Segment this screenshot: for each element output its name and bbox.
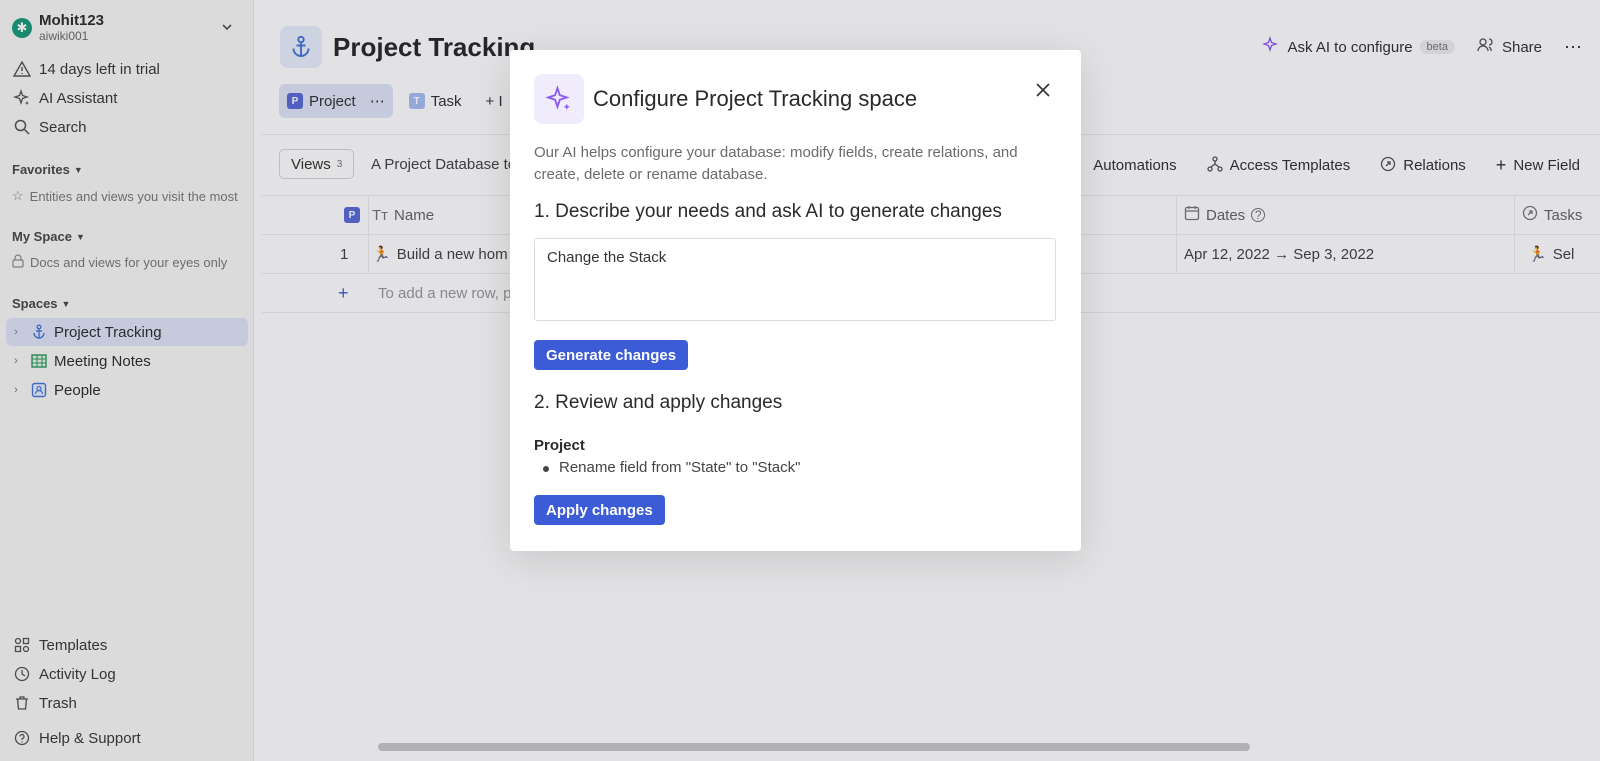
- close-icon[interactable]: [1031, 78, 1055, 102]
- change-entity: Project: [534, 437, 585, 454]
- generate-changes-button[interactable]: Generate changes: [534, 340, 689, 370]
- step2-heading: 2. Review and apply changes: [534, 392, 783, 413]
- modal-description: Our AI helps configure your database: mo…: [534, 144, 1018, 183]
- apply-changes-button[interactable]: Apply changes: [534, 495, 665, 525]
- change-item: Rename field from "State" to "Stack": [542, 459, 801, 476]
- sparkle-icon: [534, 74, 584, 124]
- needs-input[interactable]: Change the Stack: [534, 238, 1056, 321]
- configure-modal: Configure Project Tracking space Our AI …: [510, 50, 1081, 551]
- modal-title: Configure Project Tracking space: [593, 86, 918, 111]
- step1-heading: 1. Describe your needs and ask AI to gen…: [534, 201, 1002, 222]
